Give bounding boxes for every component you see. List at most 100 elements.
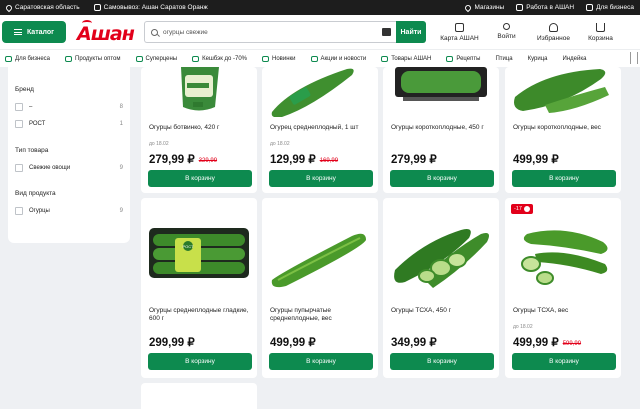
stores-link-label: Магазины (474, 4, 505, 11)
category-label: Товары АШАН (391, 55, 432, 62)
business-icon (5, 55, 12, 62)
product-card[interactable]: Огурец среднеплодный, 1 шт до 18.02 129,… (262, 67, 378, 193)
product-name[interactable]: Огурцы короткоплодные, 450 г (391, 124, 495, 132)
product-price: 499,99 ₽ (513, 152, 559, 166)
filter-option[interactable]: – 8 (15, 103, 123, 111)
filter-option-label: Огурцы (29, 208, 50, 214)
product-image[interactable] (141, 67, 257, 117)
search-input[interactable]: огурцы свежие (144, 21, 396, 43)
category-nav: Для бизнеса Продукты оптом Суперцены Кеш… (0, 49, 640, 67)
catalog-button-label: Каталог (26, 28, 55, 36)
add-to-cart-button[interactable]: В корзину (390, 170, 494, 187)
product-card[interactable]: Огурцы короткоплодные, вес 499,99 ₽ В ко… (505, 67, 621, 193)
add-to-cart-button[interactable]: В корзину (148, 170, 252, 187)
product-card[interactable]: -17 Огурцы ТСХА, вес до 18.02 499,99 ₽59… (505, 198, 621, 378)
product-name[interactable]: Огурцы ботвинко, 420 г (149, 124, 253, 132)
current-price: 499,99 ₽ (513, 337, 559, 349)
loyalty-card-label: Карта АШАН (440, 34, 479, 42)
jobs-link[interactable]: Работа в АШАН (516, 4, 574, 11)
package-label: РОСТ (183, 244, 194, 249)
checkbox[interactable] (15, 164, 23, 172)
category-label: Суперцены (145, 55, 178, 62)
checkbox[interactable] (15, 103, 23, 111)
pickup-selector[interactable]: Самовывоз: Ашан Саратов Оранж (93, 4, 208, 11)
auchan-logo[interactable]: Ашан (74, 19, 136, 45)
product-card[interactable]: Огурцы короткоплодные, 450 г 279,99 ₽ В … (383, 67, 499, 193)
product-image[interactable] (383, 67, 499, 117)
product-image[interactable]: РОСТ (141, 198, 257, 290)
add-to-cart-button[interactable]: В корзину (269, 170, 373, 187)
category-label: Птица (495, 55, 513, 62)
category-label: Акции и новости (320, 55, 367, 62)
product-card[interactable] (141, 383, 257, 409)
category-link[interactable]: Продукты оптом (65, 55, 121, 62)
business-link[interactable]: Для бизнеса (586, 4, 634, 11)
product-card[interactable]: Огурцы пупырчатые среднеплодные, вес 499… (262, 198, 378, 378)
category-label: Индейка (562, 55, 587, 62)
add-to-cart-button[interactable]: В корзину (269, 353, 373, 370)
category-link[interactable]: Товары АШАН (381, 55, 432, 62)
product-image[interactable] (262, 67, 378, 117)
category-link[interactable]: Птица (495, 56, 512, 62)
product-card[interactable]: Огурцы ТСХА, 450 г 349,99 ₽ В корзину (383, 198, 499, 378)
stores-link[interactable]: Магазины (464, 3, 505, 12)
category-link[interactable]: Новинки (262, 55, 296, 62)
filter-title-type: Тип товара (15, 147, 49, 154)
filter-title-kind: Вид продукта (15, 190, 56, 197)
truck-icon (65, 55, 73, 62)
camera-search-icon[interactable] (382, 28, 391, 36)
filter-option[interactable]: Огурцы 9 (15, 207, 123, 215)
region-label: Саратовская область (15, 4, 80, 11)
category-link[interactable]: Индейка (563, 56, 587, 62)
jobs-link-label: Работа в АШАН (526, 4, 575, 11)
location-pin-icon (464, 3, 473, 12)
category-label: Новинки (272, 55, 296, 62)
product-price: 279,99 ₽ (391, 152, 437, 166)
add-to-cart-button[interactable]: В корзину (512, 170, 616, 187)
region-selector[interactable]: Саратовская область (4, 3, 80, 12)
product-image[interactable] (505, 67, 621, 117)
add-to-cart-button[interactable]: В корзину (148, 353, 252, 370)
product-name[interactable]: Огурцы среднеплодные гладкие, 600 г (149, 307, 253, 323)
add-to-cart-button[interactable]: В корзину (390, 353, 494, 370)
new-icon (262, 55, 270, 62)
product-name[interactable]: Огурец среднеплодный, 1 шт (270, 124, 374, 132)
filter-option-count: 1 (119, 121, 123, 127)
product-price: 349,99 ₽ (391, 335, 437, 349)
filter-option[interactable]: Свежие овощи 9 (15, 164, 123, 172)
product-name[interactable]: Огурцы ТСХА, вес (513, 307, 617, 315)
checkbox[interactable] (15, 120, 23, 128)
category-link[interactable]: Акции и новости (310, 55, 367, 62)
product-card[interactable]: РОСТ Огурцы среднеплодные гладкие, 600 г… (141, 198, 257, 378)
cart-icon (596, 22, 605, 32)
search-button[interactable]: Найти (396, 21, 426, 43)
category-link[interactable]: Курица (528, 56, 548, 62)
main-header: Каталог Ашан огурцы свежие Найти Карта А… (0, 15, 640, 49)
category-link[interactable]: Рецепты (446, 55, 480, 62)
megaphone-icon (310, 55, 318, 62)
product-image[interactable] (262, 198, 378, 290)
cart-button[interactable]: Корзина (577, 22, 624, 42)
category-link[interactable]: Для бизнеса (5, 55, 50, 62)
login-label: Войти (497, 32, 516, 40)
product-name[interactable]: Огурцы ТСХА, 450 г (391, 307, 495, 315)
favorites-button[interactable]: Избранное (530, 22, 577, 42)
current-price: 279,99 ₽ (149, 154, 195, 166)
product-name[interactable]: Огурцы пупырчатые среднеплодные, вес (270, 307, 374, 323)
product-image[interactable] (383, 198, 499, 290)
add-to-cart-button[interactable]: В корзину (512, 353, 616, 370)
product-card[interactable]: Огурцы ботвинко, 420 г до 18.02 279,99 ₽… (141, 67, 257, 193)
nav-scroll-icon[interactable] (630, 52, 638, 64)
category-link[interactable]: Кешбэк до -70% (192, 55, 247, 62)
current-price: 349,99 ₽ (391, 337, 437, 349)
filter-option[interactable]: РОСТ 1 (15, 120, 123, 128)
checkbox[interactable] (15, 207, 23, 215)
category-link[interactable]: Суперцены (135, 55, 178, 62)
menu-icon (13, 29, 22, 35)
filter-option-count: 8 (119, 104, 123, 110)
product-name[interactable]: Огурцы короткоплодные, вес (513, 124, 617, 132)
catalog-button[interactable]: Каталог (2, 21, 66, 43)
login-button[interactable]: Войти (483, 22, 530, 42)
product-price: 129,99 ₽169,99 (270, 152, 338, 166)
loyalty-card-button[interactable]: Карта АШАН (436, 22, 483, 42)
